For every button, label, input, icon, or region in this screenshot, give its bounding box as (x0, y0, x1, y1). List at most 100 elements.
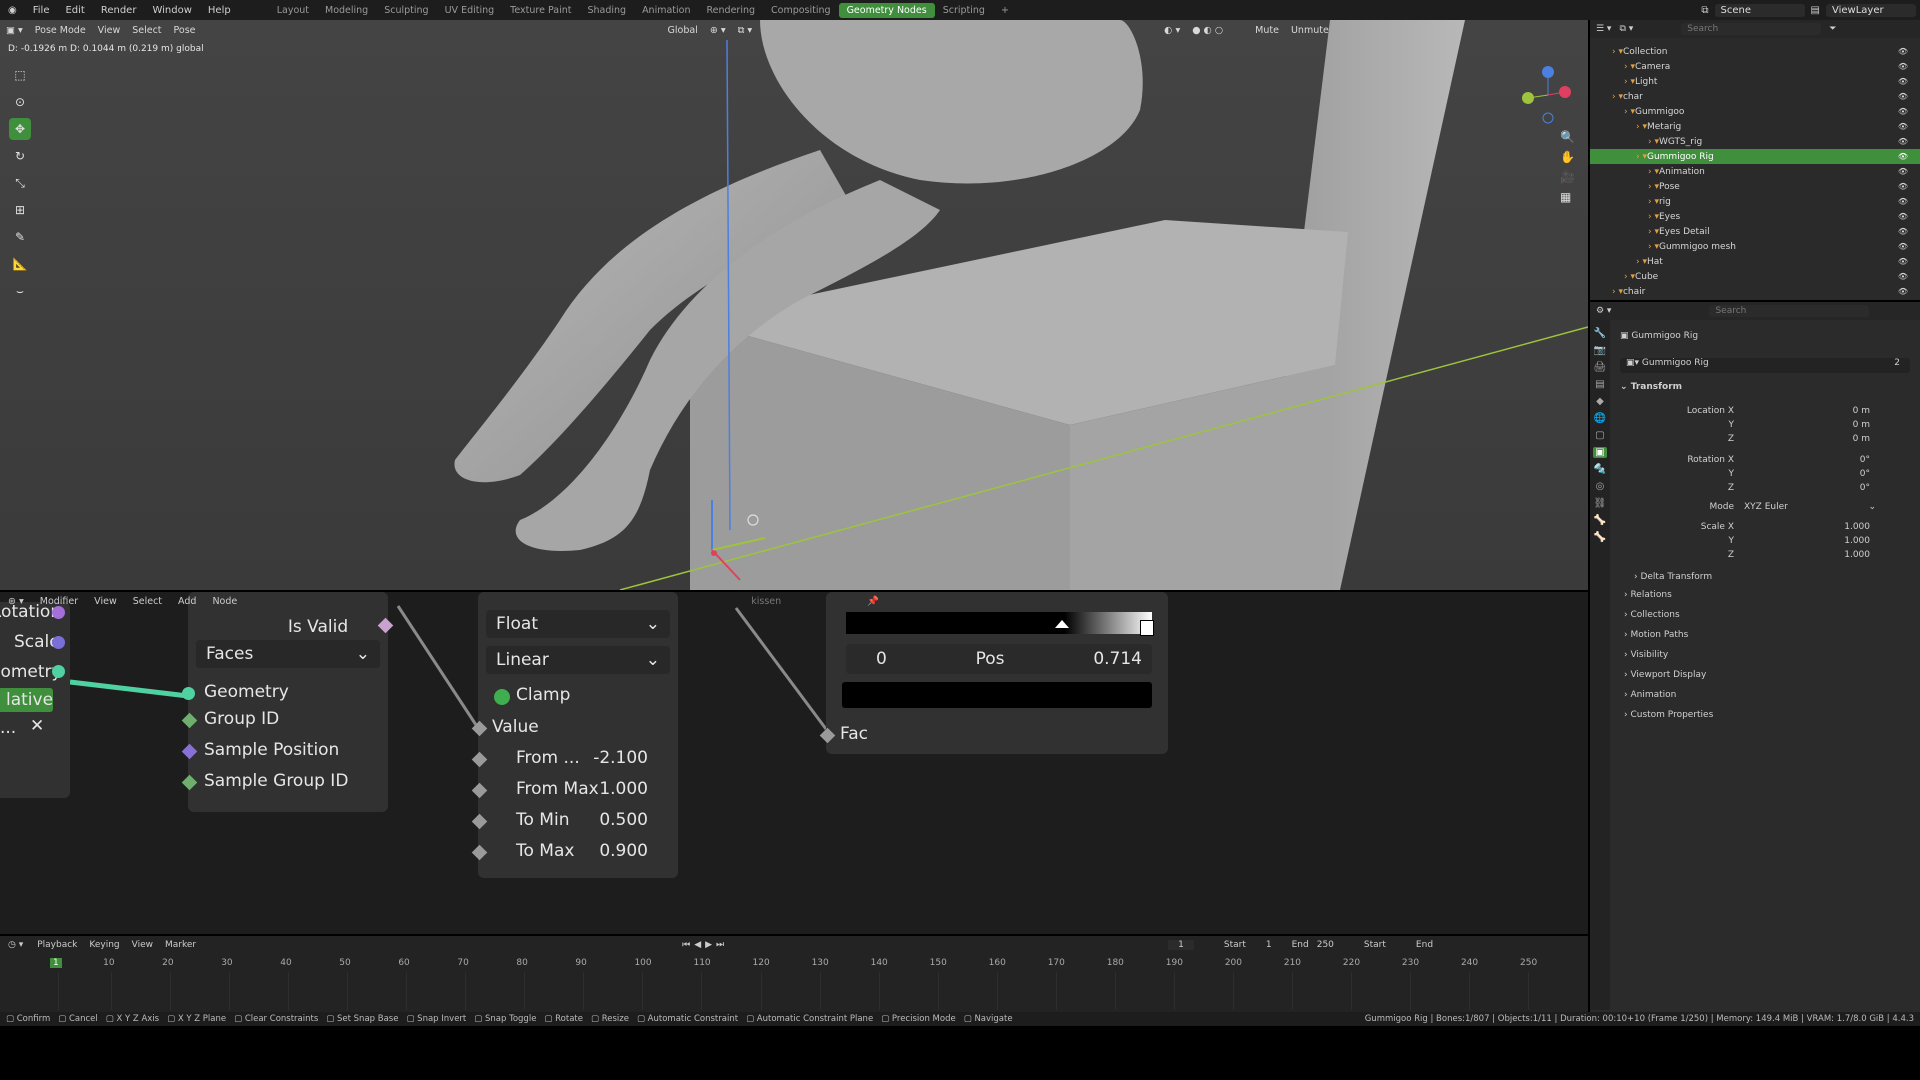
node-editor[interactable]: ⊛ ▾ Modifier View Select Add Node kissen… (0, 592, 1588, 934)
scale-socket[interactable] (52, 636, 65, 649)
scale-z-field[interactable]: 1.000 (1750, 550, 1870, 560)
visibility-eye-icon[interactable]: 👁 (1898, 272, 1908, 281)
visibility-eye-icon[interactable]: 👁 (1898, 212, 1908, 221)
visibility-eye-icon[interactable]: 👁 (1898, 227, 1908, 236)
map-range-node[interactable]: Float ⌄ Linear ⌄ Clamp Value From ... -2.10… (471, 592, 678, 878)
visibility-eye-icon[interactable]: 👁 (1898, 92, 1908, 101)
unmute-button[interactable]: Unmute (1285, 25, 1335, 36)
visibility-eye-icon[interactable]: 👁 (1898, 167, 1908, 176)
stop-color-swatch[interactable] (842, 682, 1152, 708)
props-panel-relations[interactable]: › Relations (1624, 590, 1672, 600)
timeline-type-icon[interactable]: ◷ ▾ (0, 940, 31, 950)
zoom-icon[interactable]: 🔍 (1560, 130, 1575, 144)
end-button[interactable]: End (1416, 940, 1433, 950)
blender-logo-icon[interactable]: ◉ (0, 5, 25, 16)
visibility-eye-icon[interactable]: 👁 (1898, 77, 1908, 86)
current-frame-field[interactable]: 1 (1168, 940, 1194, 950)
mute-button[interactable]: Mute (1249, 25, 1285, 36)
timeline-menu-view[interactable]: View (126, 940, 159, 950)
pan-icon[interactable]: ✋ (1560, 150, 1575, 164)
outliner-item[interactable]: › ▾ Metarig 👁 (1590, 119, 1920, 134)
map-range-row-value[interactable]: 0.900 (599, 841, 648, 861)
grid-view-icon[interactable]: ▦ (1560, 190, 1575, 204)
output-tab-icon[interactable]: 🖨 (1594, 362, 1607, 373)
visibility-eye-icon[interactable]: 👁 (1898, 182, 1908, 191)
scale-tool-icon[interactable]: ⤡ (9, 172, 31, 194)
tab-shading[interactable]: Shading (579, 3, 634, 18)
outliner-item[interactable]: › ▾ Eyes 👁 (1590, 209, 1920, 224)
color-ramp-node[interactable]: 0 Pos 0.714 Fac (819, 592, 1168, 754)
outliner-item[interactable]: › ▾ Camera 👁 (1590, 59, 1920, 74)
outliner-search-input[interactable]: Search (1681, 23, 1822, 35)
menu-edit[interactable]: Edit (57, 5, 92, 16)
3d-viewport[interactable]: ▣ ▾ Pose Mode View Select Pose Global ⊕ … (0, 20, 1588, 590)
rotate-tool-icon[interactable]: ↻ (9, 145, 31, 167)
props-panel-custom-properties[interactable]: › Custom Properties (1624, 710, 1713, 720)
data-tab-icon[interactable]: 🦴 (1594, 515, 1606, 526)
geometry-in-socket[interactable] (182, 687, 195, 700)
props-panel-viewport-display[interactable]: › Viewport Display (1624, 670, 1706, 680)
location-z-field[interactable]: 0 m (1750, 434, 1870, 444)
outliner-item[interactable]: › ▾ chair 👁 (1590, 284, 1920, 299)
location-x-field[interactable]: 0 m (1750, 406, 1870, 416)
frame-ruler[interactable]: 1 10 20 30 40 50 60 70 80 90 100 110 120 130 140 150 160… (0, 956, 1588, 1012)
map-range-row-value[interactable]: 1.000 (599, 779, 648, 799)
props-panel-animation[interactable]: › Animation (1624, 690, 1676, 700)
color-ramp-gradient[interactable] (846, 612, 1152, 634)
color-stop-1[interactable] (1055, 620, 1069, 628)
visibility-eye-icon[interactable]: 👁 (1898, 47, 1908, 56)
add-workspace-icon[interactable]: + (993, 3, 1017, 18)
node-menu-select[interactable]: Select (125, 596, 170, 607)
input-node-partial[interactable]: Rotation Scale eometry lative ... ✕ (0, 602, 70, 798)
tab-layout[interactable]: Layout (269, 3, 317, 18)
outliner-item[interactable]: › ▾ Collection 👁 (1590, 44, 1920, 59)
geometry-out-socket[interactable] (52, 665, 65, 678)
visibility-eye-icon[interactable]: 👁 (1898, 242, 1908, 251)
tab-uv-editing[interactable]: UV Editing (437, 3, 503, 18)
visibility-eye-icon[interactable]: 👁 (1898, 62, 1908, 71)
menu-render[interactable]: Render (93, 5, 145, 16)
physics-tab-icon[interactable]: ◎ (1596, 481, 1605, 492)
rotation-z-field[interactable]: 0° (1750, 483, 1870, 493)
rotation-mode-select[interactable]: XYZ Euler ⌄ (1740, 502, 1880, 512)
timeline-menu-playback[interactable]: Playback (31, 940, 83, 950)
collection-tab-icon[interactable]: ▢ (1595, 430, 1604, 441)
visibility-eye-icon[interactable]: 👁 (1898, 107, 1908, 116)
modifier-name-field[interactable]: kissen (745, 596, 787, 607)
timeline-menu-keying[interactable]: Keying (83, 940, 125, 950)
render-tab-icon[interactable]: 📷 (1594, 345, 1606, 356)
scale-y-field[interactable]: 1.000 (1750, 536, 1870, 546)
mode-select[interactable]: Pose Mode (29, 25, 92, 36)
camera-view-icon[interactable]: 🎥 (1560, 170, 1575, 184)
world-tab-icon[interactable]: 🌐 (1594, 413, 1606, 424)
tab-animation[interactable]: Animation (634, 3, 698, 18)
relative-button[interactable]: lative (0, 688, 53, 712)
menu-window[interactable]: Window (144, 5, 199, 16)
view-layer-field[interactable]: ViewLayer (1826, 3, 1916, 17)
outliner-item[interactable]: › ▾ rig 👁 (1590, 194, 1920, 209)
annotate-icon[interactable]: ✎ (9, 226, 31, 248)
outliner-item[interactable]: › ▾ Hat 👁 (1590, 254, 1920, 269)
menu-help[interactable]: Help (200, 5, 239, 16)
editor-type-icon[interactable]: ▣ ▾ (0, 25, 29, 36)
props-panel-collections[interactable]: › Collections (1624, 610, 1680, 620)
map-range-row-value[interactable]: -2.100 (593, 748, 648, 768)
snap-icon[interactable]: ⧉ ▾ (732, 25, 759, 36)
outliner-item[interactable]: › ▾ Gummigoo mesh 👁 (1590, 239, 1920, 254)
tool-tab-icon[interactable]: 🔧 (1594, 328, 1606, 339)
outliner-item[interactable]: › ▾ Gummigoo 👁 (1590, 104, 1920, 119)
outliner-item[interactable]: › ▾ char 👁 (1590, 89, 1920, 104)
view-layer-tab-icon[interactable]: ▤ (1595, 379, 1604, 390)
node-editor-type-icon[interactable]: ⊛ ▾ (0, 596, 32, 607)
tab-scripting[interactable]: Scripting (935, 3, 993, 18)
shading-solid-icon[interactable]: ● ◐ ○ (1186, 25, 1229, 36)
close-icon[interactable]: ✕ (30, 716, 44, 736)
filter-icon[interactable]: ⏷ (1829, 24, 1836, 34)
cursor-tool-icon[interactable]: ⊙ (9, 91, 31, 113)
pos-value-field[interactable]: 0.714 (1093, 649, 1142, 669)
delta-transform-header[interactable]: › Delta Transform (1634, 572, 1712, 582)
object-tab-icon[interactable]: ▣ (1593, 447, 1607, 458)
node-menu-modifier[interactable]: Modifier (32, 596, 86, 607)
props-search-input[interactable]: Search (1709, 305, 1870, 317)
outliner-item[interactable]: › ▾ Light 👁 (1590, 74, 1920, 89)
